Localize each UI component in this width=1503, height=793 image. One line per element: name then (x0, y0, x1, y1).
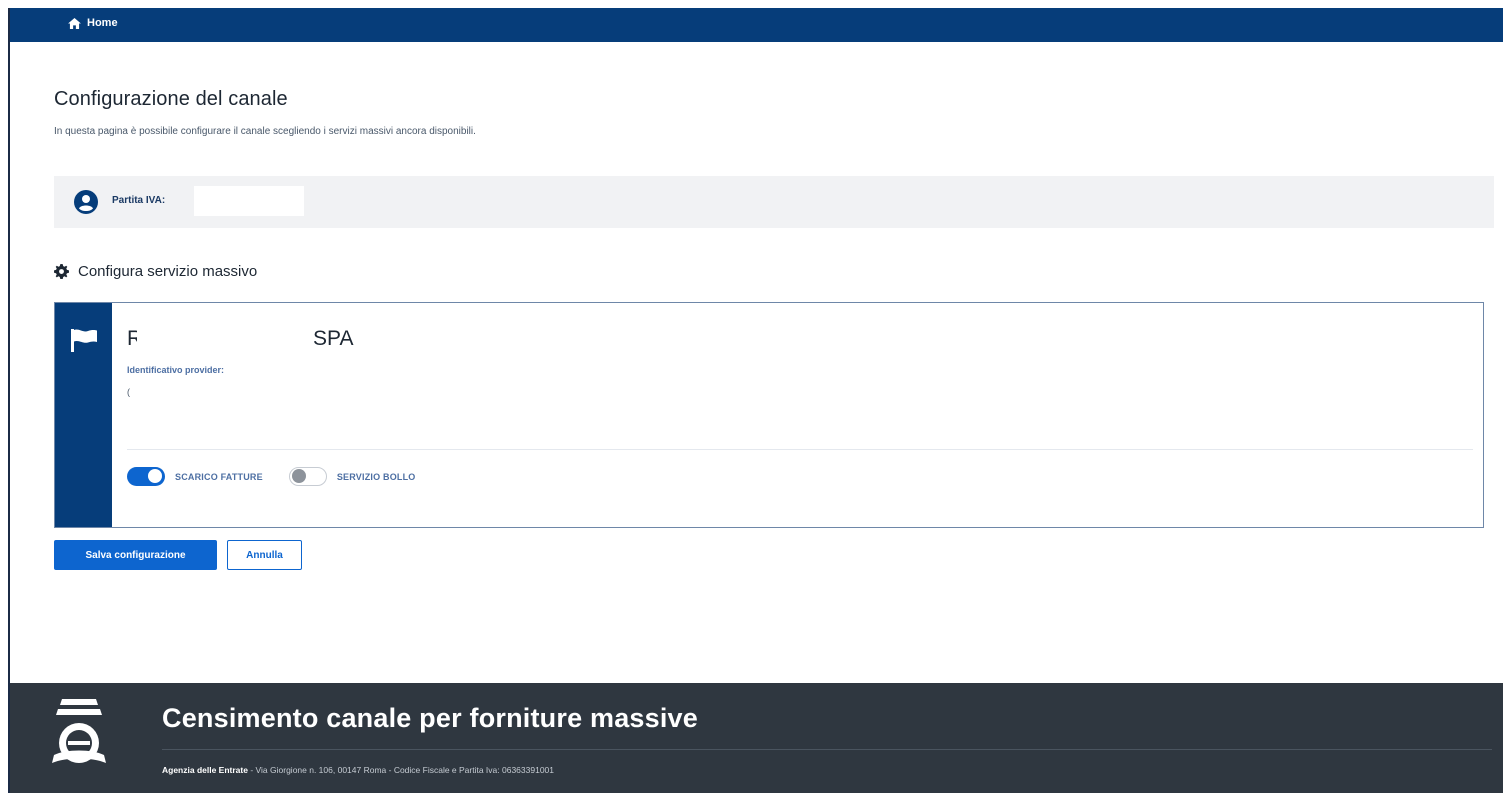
service-toggles: SCARICO FATTURE SERVIZIO BOLLO (127, 467, 416, 486)
partita-iva-label: Partita IVA: (112, 195, 166, 206)
footer-divider (162, 749, 1492, 750)
footer-info: Agenzia delle Entrate - Via Giorgione n.… (162, 765, 554, 775)
app-frame: Home Configurazione del canale In questa… (8, 8, 1503, 793)
save-configuration-button[interactable]: Salva configurazione (54, 540, 217, 570)
footer-title: Censimento canale per forniture massive (162, 703, 698, 733)
partita-iva-box: Partita IVA: (54, 176, 1494, 228)
section-title: Configura servizio massivo (54, 263, 257, 280)
section-title-label: Configura servizio massivo (78, 263, 258, 280)
flag-icon (71, 329, 97, 352)
provider-id-value: ( (127, 387, 130, 397)
home-icon (68, 17, 81, 29)
toggle-knob (148, 469, 162, 483)
page-subtitle: In questa pagina è possibile configurare… (54, 126, 476, 137)
gear-icon (54, 264, 69, 279)
redacted-provider-name (137, 321, 297, 355)
agenzia-entrate-logo (52, 699, 106, 763)
servizio-bollo-toggle[interactable] (288, 467, 327, 486)
home-link[interactable]: Home (68, 17, 118, 29)
footer: Censimento canale per forniture massive … (10, 683, 1503, 793)
home-label[interactable]: Home (87, 17, 118, 29)
footer-org: Agenzia delle Entrate (162, 765, 248, 775)
redacted-value (194, 186, 304, 216)
scarico-fatture-toggle[interactable] (127, 467, 165, 486)
toggle-knob (291, 469, 306, 483)
top-nav-bar: Home (10, 8, 1503, 42)
card-divider (127, 449, 1473, 450)
provider-card: RI SPA Identificativo provider: ( SCARIC… (54, 302, 1484, 528)
provider-name-suffix: SPA (313, 327, 354, 350)
card-side-band (55, 303, 112, 527)
provider-id-label: Identificativo provider: (127, 365, 225, 375)
footer-address: - Via Giorgione n. 106, 00147 Roma - Cod… (247, 765, 554, 775)
scarico-fatture-label[interactable]: SCARICO FATTURE (175, 472, 263, 482)
page-title: Configurazione del canale (54, 88, 288, 110)
user-circle-icon (74, 190, 98, 214)
servizio-bollo-label[interactable]: SERVIZIO BOLLO (337, 472, 416, 482)
cancel-button[interactable]: Annulla (227, 540, 302, 570)
